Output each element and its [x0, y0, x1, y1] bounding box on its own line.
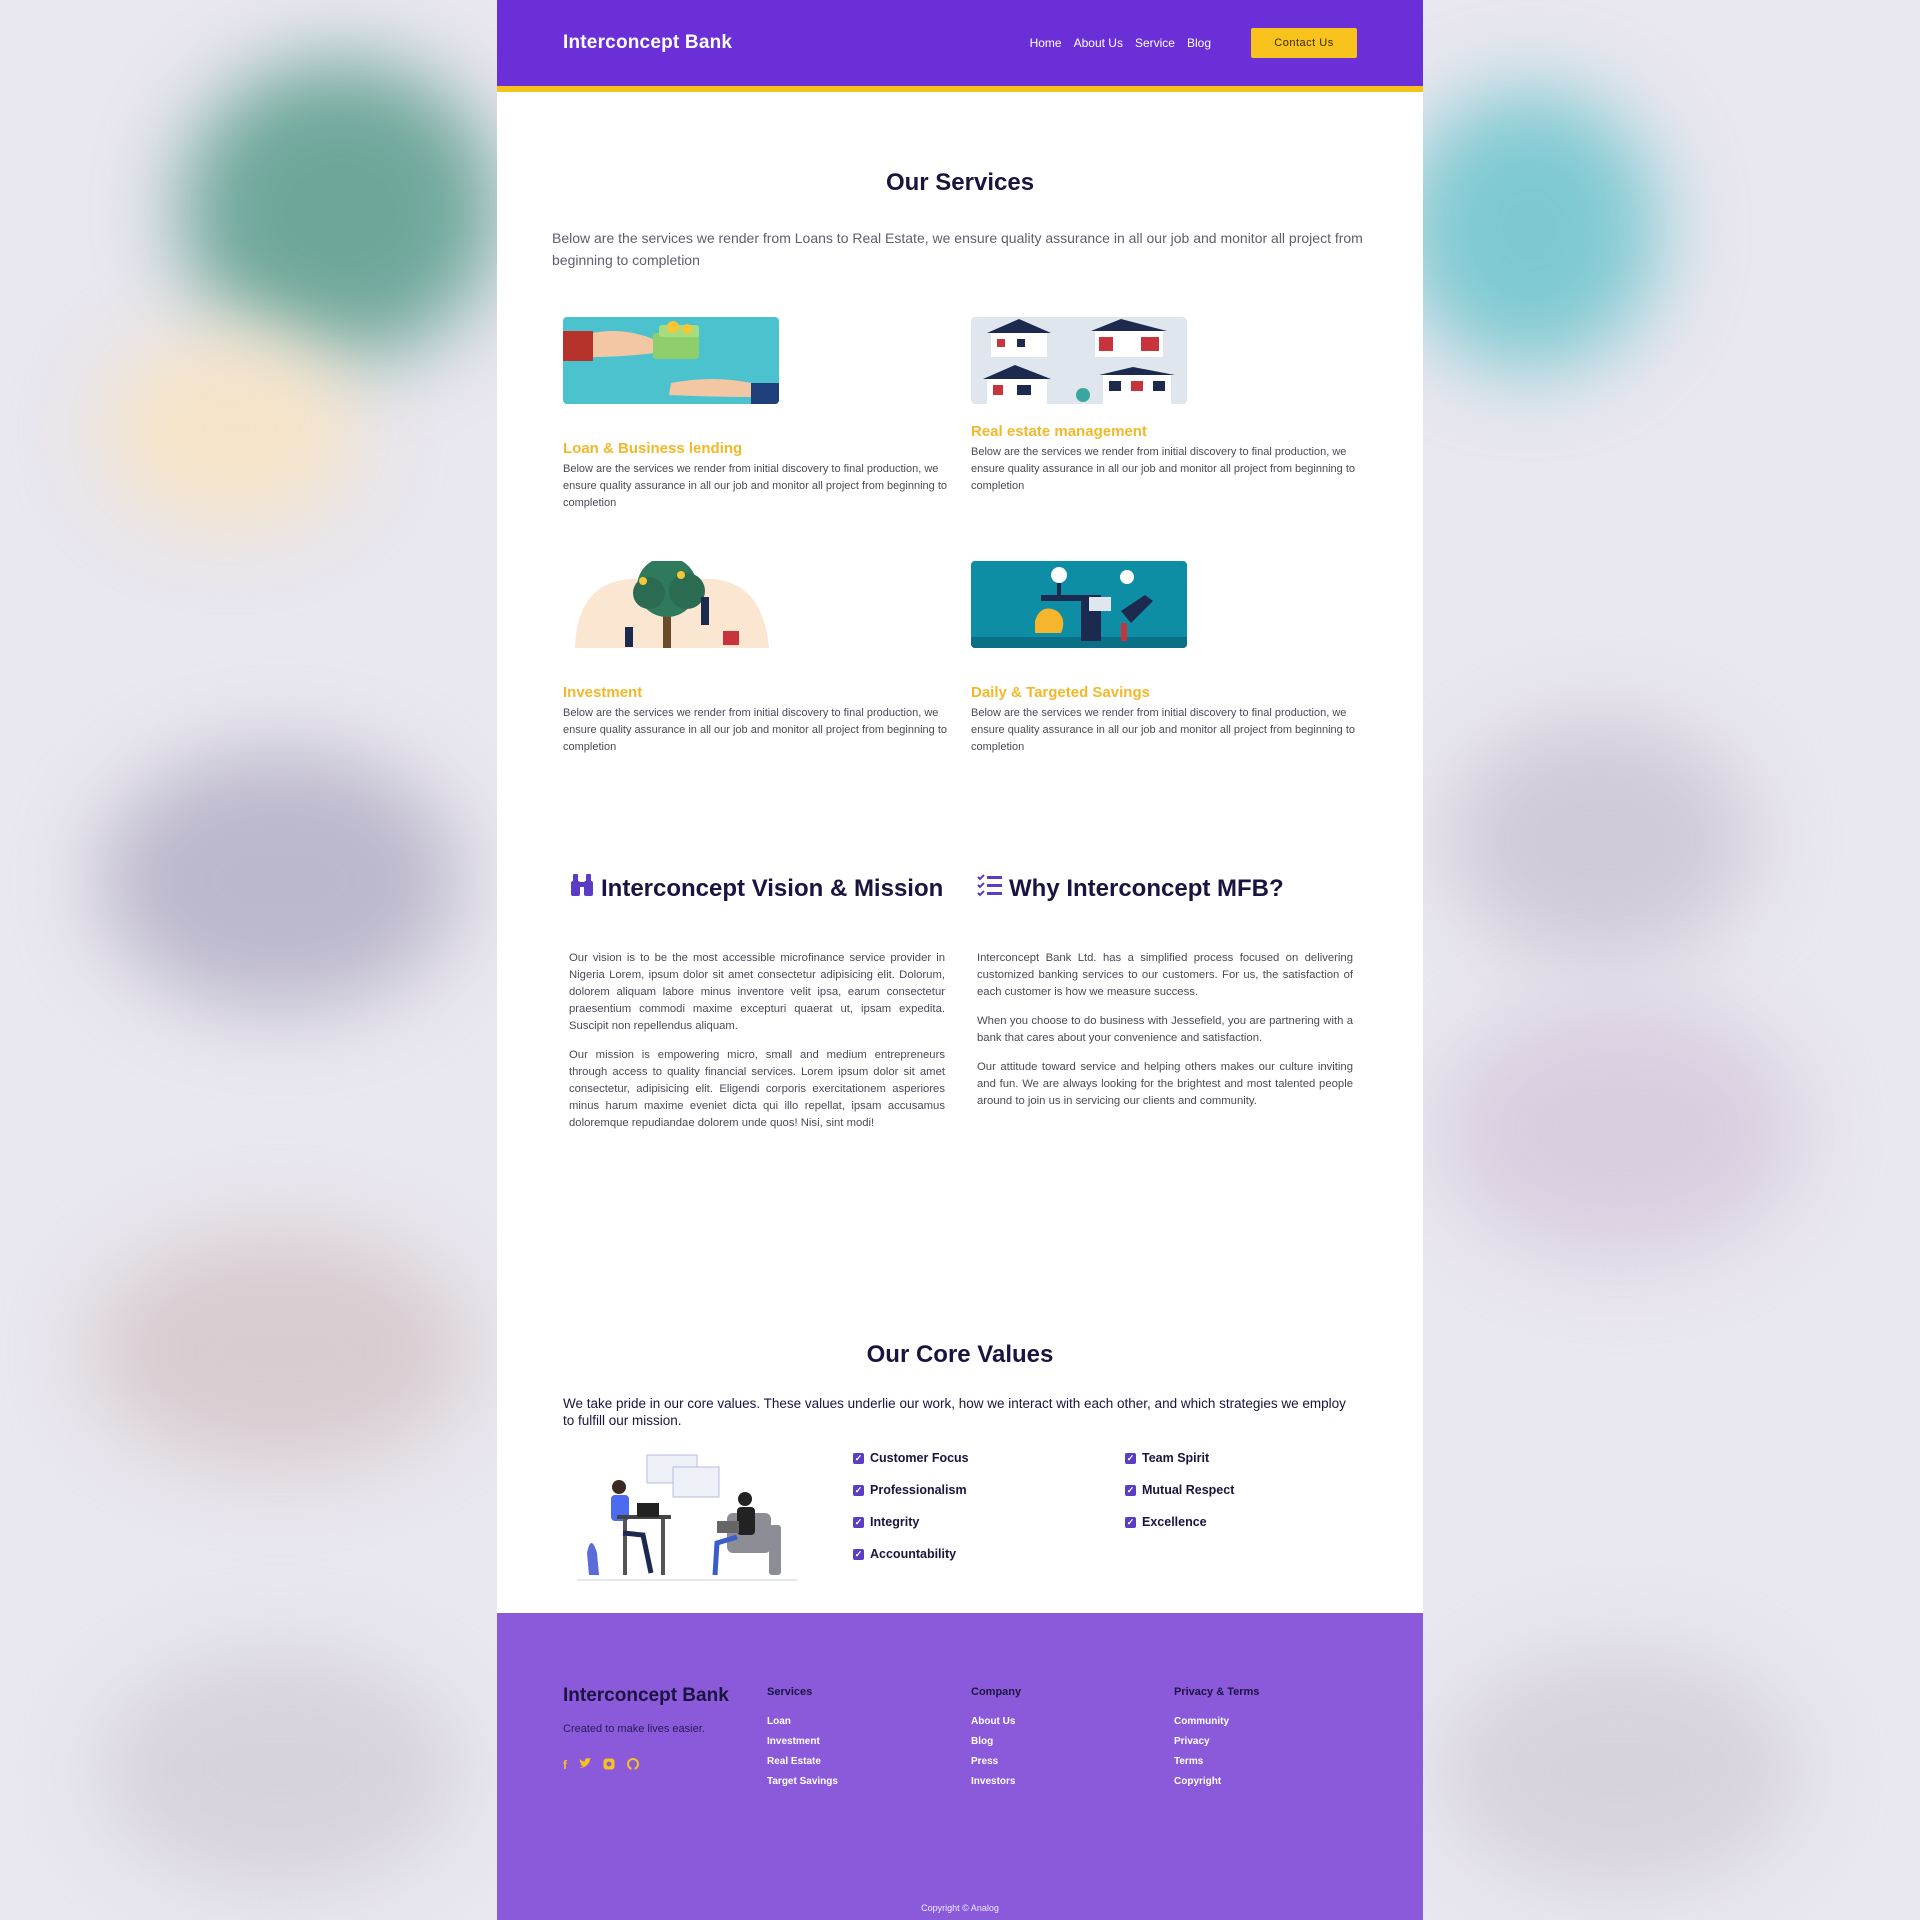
why-title: Why Interconcept MFB?: [1009, 874, 1284, 902]
binoculars-icon: [569, 873, 595, 904]
footer-link[interactable]: Target Savings: [767, 1776, 838, 1787]
service-card-real-estate[interactable]: Real estate management Below are the ser…: [971, 317, 1356, 495]
checkbox-icon: ✓: [1125, 1484, 1136, 1496]
background-blur: [1400, 90, 1660, 370]
footer-column-services: Services Loan Investment Real Estate Tar…: [767, 1686, 838, 1796]
footer-column-privacy-terms: Privacy & Terms Community Privacy Terms …: [1174, 1686, 1259, 1796]
service-card-loan[interactable]: Loan & Business lending Below are the se…: [563, 317, 948, 512]
background-blur: [100, 330, 360, 530]
checkbox-icon: ✓: [853, 1516, 864, 1528]
brand-logo[interactable]: Interconcept Bank: [563, 32, 732, 54]
footer-link[interactable]: Community: [1174, 1716, 1259, 1727]
page: Interconcept Bank Home About Us Service …: [497, 0, 1423, 1920]
background-blur: [1440, 1650, 1800, 1890]
loan-illustration: [563, 317, 779, 404]
checkbox-icon: ✓: [853, 1548, 864, 1560]
core-value-item: ✓ Mutual Respect: [1125, 1483, 1235, 1497]
site-footer: Interconcept Bank Created to make lives …: [497, 1613, 1423, 1920]
background-blur: [100, 750, 460, 1010]
vision-mission-column: Interconcept Vision & Mission Our vision…: [569, 873, 945, 1144]
footer-column-heading: Privacy & Terms: [1174, 1686, 1260, 1698]
core-value-item: ✓ Team Spirit: [1125, 1451, 1210, 1465]
why-paragraph: When you choose to do business with Jess…: [977, 1015, 1353, 1044]
social-links: f: [563, 1758, 639, 1773]
nav-service[interactable]: Service: [1135, 36, 1175, 50]
savings-illustration: [971, 561, 1187, 648]
site-header: Interconcept Bank Home About Us Service …: [497, 0, 1423, 92]
service-description: Below are the services we render from in…: [563, 463, 947, 509]
footer-link[interactable]: Blog: [971, 1736, 1021, 1747]
service-card-investment[interactable]: Investment Below are the services we ren…: [563, 561, 948, 756]
background-blur: [180, 60, 500, 360]
core-value-item: ✓ Accountability: [853, 1547, 957, 1561]
service-title: Daily & Targeted Savings: [971, 684, 1150, 701]
footer-tagline: Created to make lives easier.: [563, 1723, 705, 1735]
contact-us-button[interactable]: Contact Us: [1251, 28, 1357, 58]
copyright-text: Copyright © Analog: [921, 1903, 999, 1913]
checkbox-icon: ✓: [1125, 1516, 1136, 1528]
why-paragraph: Our attitude toward service and helping …: [977, 1061, 1353, 1107]
footer-link[interactable]: Investors: [971, 1776, 1021, 1787]
background-blur: [100, 1650, 460, 1890]
core-values-intro: We take pride in our core values. These …: [563, 1396, 1346, 1428]
checkbox-icon: ✓: [853, 1484, 864, 1496]
background-blur: [1440, 1000, 1800, 1260]
investment-illustration: [563, 561, 779, 648]
footer-link[interactable]: About Us: [971, 1716, 1021, 1727]
footer-link[interactable]: Investment: [767, 1736, 838, 1747]
footer-brand[interactable]: Interconcept Bank: [563, 1685, 729, 1707]
footer-link[interactable]: Copyright: [1174, 1776, 1259, 1787]
why-heading: Why Interconcept MFB?: [977, 873, 1353, 904]
footer-column-heading: Services: [767, 1686, 813, 1698]
service-description: Below are the services we render from in…: [971, 707, 1355, 753]
facebook-icon[interactable]: f: [563, 1758, 567, 1773]
main-nav: Home About Us Service Blog: [1030, 36, 1211, 50]
instagram-icon[interactable]: [603, 1758, 615, 1773]
service-title: Loan & Business lending: [563, 440, 743, 457]
checkbox-icon: ✓: [853, 1452, 864, 1464]
real-estate-illustration: [971, 317, 1187, 404]
checkbox-icon: ✓: [1125, 1452, 1136, 1464]
core-value-item: ✓ Integrity: [853, 1515, 920, 1529]
core-values-title: Our Core Values: [866, 1341, 1054, 1368]
twitter-icon[interactable]: [579, 1758, 591, 1773]
background-blur: [1450, 720, 1750, 960]
checklist-icon: [977, 873, 1003, 904]
why-paragraph: Interconcept Bank Ltd. has a simplified …: [977, 952, 1353, 998]
footer-link[interactable]: Privacy: [1174, 1736, 1259, 1747]
service-title: Investment: [563, 684, 643, 701]
services-grid: Loan & Business lending Below are the se…: [497, 271, 1423, 791]
services-intro: Below are the services we render from Lo…: [552, 230, 1363, 268]
footer-column-heading: Company: [971, 1686, 1022, 1698]
footer-link[interactable]: Real Estate: [767, 1756, 838, 1767]
nav-blog[interactable]: Blog: [1187, 36, 1211, 50]
core-value-item: ✓ Excellence: [1125, 1515, 1207, 1529]
service-card-savings[interactable]: Daily & Targeted Savings Below are the s…: [971, 561, 1356, 756]
footer-link[interactable]: Press: [971, 1756, 1021, 1767]
service-title: Real estate management: [971, 423, 1147, 440]
footer-column-company: Company About Us Blog Press Investors: [971, 1686, 1021, 1796]
service-description: Below are the services we render from in…: [971, 446, 1355, 492]
why-column: Why Interconcept MFB? Interconcept Bank …: [977, 873, 1353, 1122]
nav-home[interactable]: Home: [1030, 36, 1062, 50]
team-illustration: [577, 1453, 797, 1588]
footer-link[interactable]: Loan: [767, 1716, 838, 1727]
mission-paragraph: Our mission is empowering micro, small a…: [569, 1049, 945, 1129]
about-section: Interconcept Vision & Mission Our vision…: [497, 791, 1423, 1251]
nav-about-us[interactable]: About Us: [1074, 36, 1123, 50]
vision-paragraph: Our vision is to be the most accessible …: [569, 952, 945, 1032]
github-icon[interactable]: [627, 1758, 639, 1773]
core-value-item: ✓ Customer Focus: [853, 1451, 969, 1465]
services-title: Our Services: [885, 169, 1035, 196]
service-description: Below are the services we render from in…: [563, 707, 947, 753]
core-value-item: ✓ Professionalism: [853, 1483, 967, 1497]
core-values-list: ✓ Customer Focus ✓ Professionalism ✓ Integr…: [497, 1447, 1423, 1617]
background-blur: [90, 1230, 470, 1470]
vision-mission-title: Interconcept Vision & Mission: [601, 874, 944, 902]
vision-mission-heading: Interconcept Vision & Mission: [569, 873, 945, 904]
footer-link[interactable]: Terms: [1174, 1756, 1259, 1767]
